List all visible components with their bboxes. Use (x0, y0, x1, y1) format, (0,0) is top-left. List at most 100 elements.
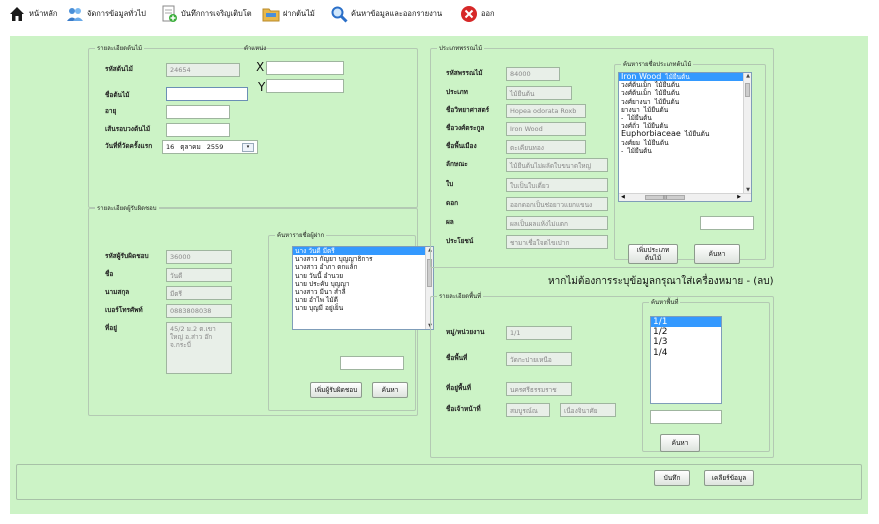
species-item-type: ไม้ยืนต้น (684, 130, 710, 139)
date-month: ตุลาคม (180, 143, 201, 151)
species-list-item[interactable]: วงศ์ยม ไม้ยืนต้น (619, 139, 751, 147)
fruit-field[interactable]: ผลเป็นผลแห้งไม่แตก (506, 216, 608, 230)
address-field[interactable]: 45/2 ม.2 ต.เขาใหญ่ อ.ส่าว อ๊ก จ.กระบี่ (166, 322, 232, 374)
phone-field[interactable]: 0883808038 (166, 304, 232, 318)
area-search-button[interactable]: ค้นหา (660, 434, 700, 452)
area-list-item[interactable]: 1/4 (651, 348, 721, 358)
general-data-label: จัดการข้อมูลทั่วไป (87, 9, 146, 18)
species-item-name: วงศ์ต้นเม็ก (621, 89, 652, 98)
leaf-label: ใบ (446, 180, 454, 188)
home-menu[interactable]: หน้าหลัก (8, 0, 57, 28)
responsible-search-button[interactable]: ค้นหา (372, 382, 408, 398)
area-title: รายละเอียดพื้นที่ (437, 292, 484, 301)
feature-field[interactable]: ไม้ยืนต้นไม่ผลัดใบขนาดใหญ่ (506, 158, 608, 172)
species-list-item[interactable]: Euphorbiaceae ไม้ยืนต้น (619, 130, 751, 139)
responsible-list-item[interactable]: นาย วันนี้ อำนวย (293, 272, 433, 280)
family-name-field[interactable]: Iron Wood (506, 122, 586, 136)
responsible-list-item[interactable]: นางสาว กัญยา บุญญาธิการ (293, 255, 433, 263)
area-list-item[interactable]: 1/2 (651, 327, 721, 337)
calendar-icon[interactable]: ▾ (242, 142, 254, 152)
species-item-type: ไม้ยืนต้น (655, 89, 680, 98)
species-type-field[interactable]: ไม้ยืนต้น (506, 86, 572, 100)
leaf-field[interactable]: ใบเป็นใบเดี่ยว (506, 178, 608, 192)
species-item-type: ไม้ยืนต้น (643, 105, 669, 114)
species-list[interactable]: Iron Wood ไม้ยืนต้น วงศ์ต้นเม็ก ไม้ยืนต้น วง… (618, 72, 752, 202)
responsible-search-input[interactable] (340, 356, 404, 370)
species-list-vscroll[interactable]: ▲ ▼ (743, 73, 751, 193)
species-item-name: ยางนา (621, 105, 640, 114)
area-list-item[interactable]: 1/1 (651, 317, 721, 328)
notice-text: หากไม่ต้องการระบุข้อมูลกรุณาใส่เครื่องหม… (548, 276, 774, 287)
species-list-item[interactable]: วงศ์ต้นเม็ก ไม้ยืนต้น (619, 89, 751, 97)
tree-code-field[interactable]: 24654 (166, 63, 240, 77)
deposit-tree-menu[interactable]: ฝากต้นไม้ (262, 0, 315, 28)
species-list-item[interactable]: วงศ์ยางนา ไม้ยืนต้น (619, 98, 751, 106)
tree-name-label: ชื่อต้นไม้ (105, 91, 130, 99)
age-field[interactable] (166, 105, 230, 119)
responsible-detail-title: รายละเอียดผู้รับผิดชอบ (95, 204, 159, 213)
species-item-type: ไม้ยืนต้น (655, 81, 680, 90)
officer-lastname-field[interactable]: เนื่องจินาศัย (560, 403, 616, 417)
responsible-surname-field[interactable]: มีตรี (166, 286, 232, 300)
species-list-item[interactable]: ยางนา ไม้ยืนต้น (619, 106, 751, 114)
home-icon (10, 7, 24, 21)
search-report-menu[interactable]: ค้นหาข้อมูลและออกรายงาน (330, 0, 442, 28)
species-list-hscroll[interactable]: ◀ III ▶ (619, 193, 751, 201)
tree-code-label: รหัสต้นไม้ (105, 65, 133, 73)
close-circle-icon (461, 6, 477, 22)
age-label: อายุ (105, 107, 117, 115)
responsible-list-item[interactable]: นาง วันดี มีตรี (293, 247, 433, 256)
tree-name-field[interactable] (166, 87, 248, 101)
species-search-button[interactable]: ค้นหา (694, 244, 740, 264)
scientific-name-field[interactable]: Hopea odorata Roxb (506, 104, 586, 118)
growth-record-menu[interactable]: บันทึกการเจริญเติบโต (160, 0, 252, 28)
save-button[interactable]: บันทึก (654, 470, 690, 486)
benefit-field[interactable]: ชามาเชื่อใจตไขเปาก (506, 235, 608, 249)
y-coordinate-field[interactable] (266, 79, 344, 93)
species-item-name: วงศ์ยางนา (621, 97, 651, 106)
responsible-name-field[interactable]: วันดี (166, 268, 232, 282)
scroll-left-icon[interactable]: ◀ (621, 194, 625, 200)
responsible-code-label: รหัสผู้รับผิดชอบ (105, 252, 149, 260)
scroll-right-icon[interactable]: ▶ (737, 194, 741, 200)
responsible-list-item[interactable]: นาย บุญมี อยู่เย็น (293, 304, 433, 312)
x-coordinate-field[interactable] (266, 61, 344, 75)
local-name-field[interactable]: ตะเคียนทอง (506, 140, 586, 154)
species-hscroll-thumb[interactable]: III (645, 195, 685, 200)
species-list-item[interactable]: Iron Wood ไม้ยืนต้น (619, 73, 751, 82)
unit-label: หมู่/หน่วยงาน (446, 328, 485, 336)
folder-icon (262, 8, 280, 22)
area-search-title: ค้นหาพื้นที่ (649, 298, 681, 307)
unit-field[interactable]: 1/1 (506, 326, 572, 340)
first-measure-date-picker[interactable]: 16 ตุลาคม 2559 ▾ (162, 140, 258, 154)
flower-field[interactable]: ออกดอกเป็นช่อยาวแยกแขนง (506, 197, 608, 211)
responsible-list[interactable]: นาง วันดี มีตรี นางสาว กัญยา บุญญาธิการ นา… (292, 246, 434, 330)
flower-label: ดอก (446, 199, 459, 207)
species-list-item[interactable]: - ไม้ยืนต้น (619, 147, 751, 155)
exit-menu[interactable]: ออก (460, 0, 495, 28)
area-name-field[interactable]: วัดกะปายเหนือ (506, 352, 572, 366)
species-scroll-up-icon[interactable]: ▲ (744, 73, 751, 79)
area-list[interactable]: 1/1 1/2 1/3 1/4 (650, 316, 722, 404)
area-location-field[interactable]: นครศรีธรรมราช (506, 382, 572, 396)
area-list-item[interactable]: 1/3 (651, 337, 721, 347)
responsible-code-field[interactable]: 36000 (166, 250, 232, 264)
girth-field[interactable] (166, 123, 230, 137)
officer-firstname-field[interactable]: สมบูรณ์ณ (506, 403, 550, 417)
officer-name-label: ชื่อเจ้าหน้าที่ (446, 405, 481, 413)
area-name-label: ชื่อพื้นที่ (446, 354, 468, 362)
fruit-label: ผล (446, 218, 454, 226)
species-search-input[interactable] (700, 216, 754, 230)
species-list-item[interactable]: - ไม้ยืนต้น (619, 114, 751, 122)
clear-data-button[interactable]: เคลียร์ข้อมูล (704, 470, 754, 486)
position-title: ตำแหน่ง (244, 45, 267, 52)
add-responsible-button[interactable]: เพิ่มผู้รับผิดชอบ (310, 382, 362, 398)
area-search-input[interactable] (650, 410, 722, 424)
add-species-button[interactable]: เพิ่มประเภทต้นไม้ (628, 244, 678, 264)
responsible-list-item[interactable]: นางสาว มีนา สำลี (293, 288, 433, 296)
species-code-field[interactable]: 84000 (506, 67, 560, 81)
responsible-list-item[interactable]: นาย ประคับ บุญญา (293, 280, 433, 288)
deposit-tree-label: ฝากต้นไม้ (283, 9, 315, 18)
general-data-menu[interactable]: จัดการข้อมูลทั่วไป (66, 0, 146, 28)
responsible-list-item[interactable]: นางสาว อำภา ตกแล้ก (293, 263, 433, 271)
